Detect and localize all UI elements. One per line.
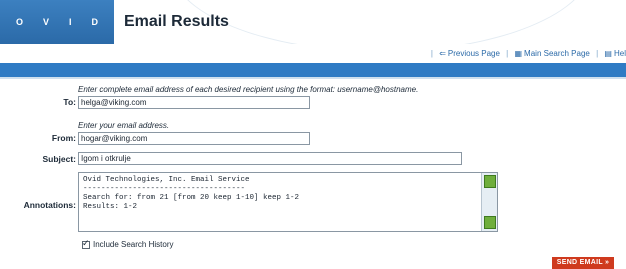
subject-field[interactable]: Igom i otkrulje — [78, 152, 462, 165]
nav-separator: | — [430, 49, 433, 58]
band-divider — [0, 77, 626, 79]
annotations-scrollbar[interactable] — [481, 173, 497, 231]
nav-separator: | — [506, 49, 509, 58]
logo-letter: D — [91, 17, 98, 27]
to-field[interactable]: helga@viking.com — [78, 96, 310, 109]
to-hint: Enter complete email address of each des… — [78, 85, 419, 94]
scroll-up-icon[interactable] — [484, 175, 496, 188]
include-history-row: Include Search History — [82, 238, 174, 249]
annotation-line: Results: 1-2 — [83, 203, 138, 211]
include-history-checkbox[interactable] — [82, 238, 90, 249]
annotations-label: Annotations: — [23, 200, 76, 210]
send-email-button[interactable]: SEND EMAIL » — [552, 257, 614, 269]
help-icon: ▤ — [604, 49, 612, 58]
logo-letter: I — [68, 17, 72, 27]
help-link[interactable]: ▤ Hel — [604, 49, 626, 58]
send-email-label: SEND EMAIL — [556, 259, 603, 266]
annotation-line: Search for: from 21 [from 20 keep 1-10] … — [83, 194, 300, 202]
arrow-right-icon: » — [605, 259, 610, 266]
arrow-left-icon: ⇐ — [439, 49, 446, 58]
annotation-line: Ovid Technologies, Inc. Email Service — [83, 176, 250, 184]
previous-page-label: Previous Page — [447, 49, 500, 58]
from-label: From: — [51, 133, 76, 143]
to-label: To: — [63, 97, 76, 107]
top-nav: | ⇐ Previous Page | ▦ Main Search Page | ▤… — [0, 44, 626, 63]
main-search-page-label: Main Search Page — [524, 49, 590, 58]
ovid-logo: O V I D — [0, 0, 114, 44]
previous-page-link[interactable]: ⇐ Previous Page — [439, 49, 502, 58]
include-history-label: Include Search History — [93, 240, 174, 249]
search-page-icon: ▦ — [514, 49, 523, 58]
app-header: O V I D Email Results — [0, 0, 626, 52]
annotations-textarea[interactable]: Ovid Technologies, Inc. Email Service --… — [78, 172, 498, 232]
page-title: Email Results — [124, 13, 229, 30]
scroll-down-icon[interactable] — [484, 216, 496, 229]
main-search-page-link[interactable]: ▦ Main Search Page — [514, 49, 592, 58]
from-field[interactable]: hogar@viking.com — [78, 132, 310, 145]
nav-links: | ⇐ Previous Page | ▦ Main Search Page | ▤… — [427, 49, 626, 58]
logo-letter: O — [15, 17, 23, 27]
subject-label: Subject: — [42, 154, 76, 164]
from-hint: Enter your email address. — [78, 121, 170, 130]
nav-separator: | — [596, 49, 599, 58]
logo-letter: V — [42, 17, 49, 27]
annotation-line: ------------------------------------ — [83, 185, 246, 193]
help-label: Hel — [613, 49, 626, 58]
header-band — [0, 63, 626, 77]
